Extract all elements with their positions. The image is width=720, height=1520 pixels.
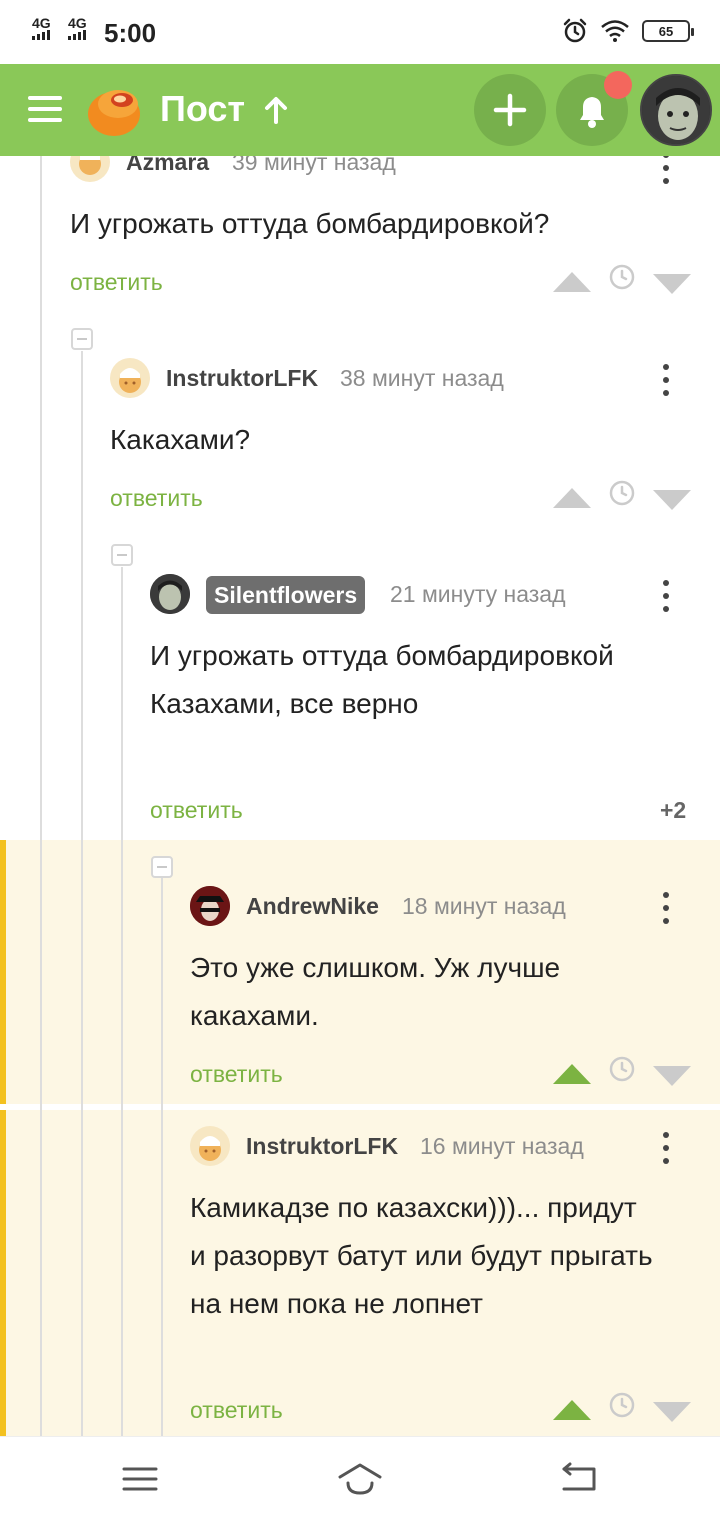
page-title: Пост [160, 88, 246, 129]
comment-username[interactable]: InstruktorLFK [166, 364, 318, 392]
thread-line [40, 156, 42, 1436]
thread-line [121, 567, 123, 1436]
comment-username[interactable]: InstruktorLFK [246, 1132, 398, 1160]
comment-text: Какахами? [110, 424, 251, 455]
battery-icon: 65 [642, 20, 694, 42]
comment-username[interactable]: Silentflowers [206, 576, 366, 614]
comment-time[interactable]: 38 минут назад [340, 364, 504, 392]
more-options-icon[interactable] [660, 890, 672, 926]
wifi-icon [601, 20, 629, 42]
recent-apps-icon[interactable] [116, 1455, 164, 1503]
avatar[interactable] [150, 574, 190, 614]
comment-text: Это уже слишком. Уж лучше какахами. [190, 952, 561, 1031]
signal-icon-2 [68, 30, 86, 40]
home-icon[interactable] [336, 1455, 384, 1503]
reply-link[interactable]: ответить [190, 1060, 283, 1088]
comment-text: Камикадзе по казахски)))... придут и раз… [190, 1192, 653, 1319]
add-post-button[interactable] [474, 74, 546, 146]
upvote-icon[interactable] [553, 1400, 591, 1420]
reply-link[interactable]: ответить [110, 484, 203, 512]
comment-time[interactable]: 18 минут назад [402, 892, 566, 920]
save-later-icon[interactable] [609, 1056, 635, 1082]
system-nav-bar [0, 1436, 720, 1520]
network-type-1: 4G [32, 15, 51, 31]
comments-list[interactable]: Azmara 39 минут назад И угрожать оттуда … [0, 156, 720, 1436]
comment-time[interactable]: 16 минут назад [420, 1132, 584, 1160]
notification-badge [604, 71, 632, 99]
downvote-icon[interactable] [653, 1402, 691, 1422]
app-bar: Пост [0, 64, 720, 156]
comment-time[interactable]: 21 минуту назад [390, 580, 566, 608]
app-logo[interactable] [86, 82, 144, 138]
network-type-2: 4G [68, 15, 87, 31]
comment-text: И угрожать оттуда бомбардировкой? [70, 208, 550, 239]
collapse-thread-button[interactable] [71, 328, 93, 350]
comment-username[interactable]: AndrewNike [246, 892, 379, 920]
reply-link[interactable]: ответить [70, 268, 163, 296]
more-options-icon[interactable] [660, 1130, 672, 1166]
avatar[interactable] [190, 1126, 230, 1166]
comment-rating: +2 [660, 797, 687, 823]
alarm-icon [563, 18, 587, 43]
comment-text: И угрожать оттуда бомбардировкой Казахам… [150, 640, 614, 719]
downvote-icon[interactable] [653, 274, 691, 294]
comment-time[interactable]: 39 минут назад [232, 156, 396, 176]
save-later-icon[interactable] [609, 264, 635, 290]
clock-time: 5:00 [104, 18, 157, 48]
thread-line [161, 878, 163, 1436]
signal-icon-1 [32, 30, 50, 40]
upvote-icon[interactable] [553, 272, 591, 292]
upvote-icon[interactable] [553, 488, 591, 508]
back-icon[interactable] [556, 1455, 604, 1503]
profile-avatar[interactable] [640, 74, 712, 146]
reply-link[interactable]: ответить [190, 1396, 283, 1424]
reply-link[interactable]: ответить [150, 796, 243, 824]
scroll-up-icon[interactable] [262, 94, 290, 126]
downvote-icon[interactable] [653, 490, 691, 510]
avatar[interactable] [190, 886, 230, 926]
comment-username[interactable]: Azmara [126, 156, 209, 176]
plus-icon [493, 93, 527, 127]
thread-line [81, 351, 83, 1436]
more-options-icon[interactable] [660, 156, 672, 186]
collapse-thread-button[interactable] [111, 544, 133, 566]
save-later-icon[interactable] [609, 1392, 635, 1418]
more-options-icon[interactable] [660, 578, 672, 614]
menu-icon[interactable] [28, 96, 62, 122]
save-later-icon[interactable] [609, 480, 635, 506]
upvote-icon[interactable] [553, 1064, 591, 1084]
more-options-icon[interactable] [660, 362, 672, 398]
battery-level: 65 [658, 23, 674, 39]
collapse-thread-button[interactable] [151, 856, 173, 878]
downvote-icon[interactable] [653, 1066, 691, 1086]
avatar[interactable] [70, 156, 110, 182]
status-bar: 4G 4G 5:00 65 [0, 0, 720, 64]
avatar[interactable] [110, 358, 150, 398]
